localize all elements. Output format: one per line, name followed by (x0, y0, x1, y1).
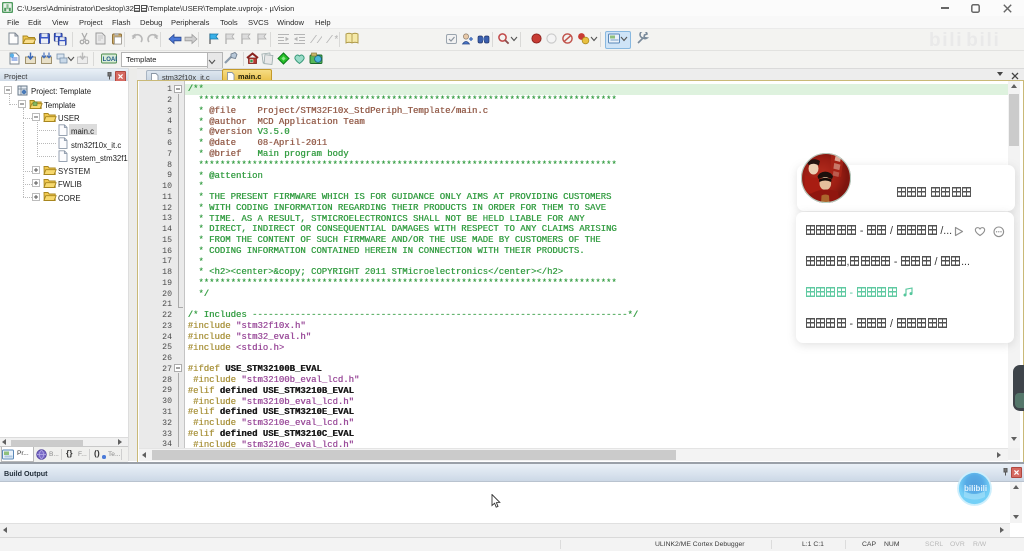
svg-text:/*: /* (326, 35, 338, 45)
svg-text:LOAD: LOAD (103, 57, 117, 63)
svg-text://: // (310, 35, 322, 45)
svg-text:bilibili: bilibili (964, 484, 987, 493)
